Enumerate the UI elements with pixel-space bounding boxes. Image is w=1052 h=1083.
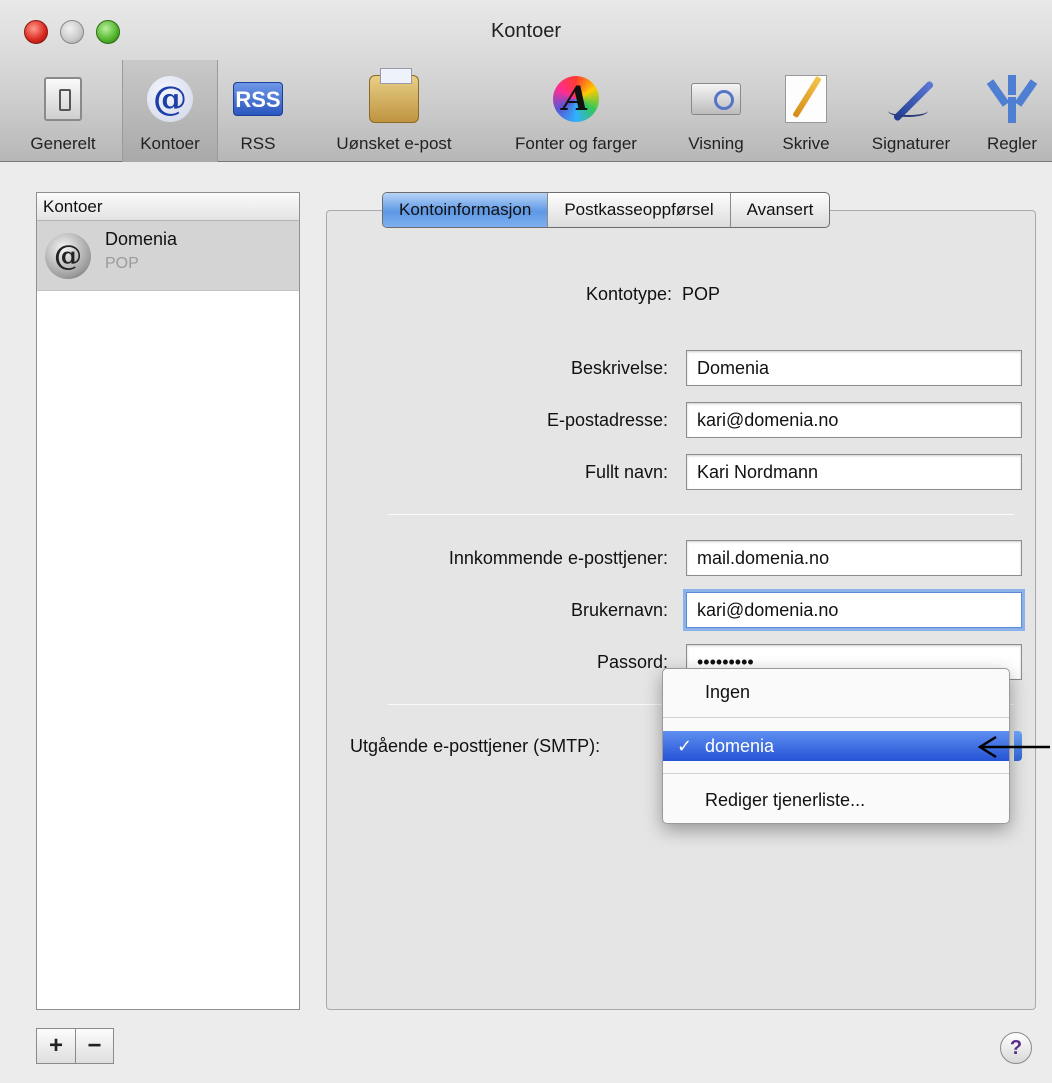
toolbar-fonts-colors[interactable]: A Fonter og farger: [488, 68, 664, 160]
checkmark-icon: ✓: [677, 736, 693, 756]
incoming-server-label: Innkommende e-posttjener:: [448, 548, 668, 568]
toolbar-composing[interactable]: Skrive: [766, 68, 846, 160]
at-sign-icon: @: [145, 76, 195, 122]
toolbar-rss-label: RSS: [240, 134, 276, 153]
account-name: Domenia: [105, 229, 178, 249]
incoming-server-field[interactable]: mail.domenia.no: [686, 540, 1022, 576]
account-type-value: POP: [682, 284, 721, 304]
menu-item-domenia[interactable]: ✓ domenia: [663, 731, 1009, 761]
full-name-label: Fullt navn:: [584, 462, 668, 482]
menu-separator: [663, 717, 1009, 718]
account-row-domenia[interactable]: @ Domenia POP: [37, 221, 299, 291]
description-field[interactable]: Domenia: [686, 350, 1022, 386]
toolbar-accounts-label: Kontoer: [140, 134, 200, 153]
email-address-label: E-postadresse:: [546, 410, 668, 430]
password-label: Passord:: [596, 652, 668, 672]
window-titlebar: Kontoer Generelt @ Kontoer RSS RSS Uønsk…: [0, 0, 1052, 162]
username-label: Brukernavn:: [570, 600, 668, 620]
toolbar-composing-label: Skrive: [782, 134, 830, 153]
toolbar-rules[interactable]: Regler: [974, 68, 1050, 160]
add-account-button[interactable]: +: [37, 1029, 75, 1063]
username-field[interactable]: kari@domenia.no: [686, 592, 1022, 628]
accounts-list[interactable]: Kontoer @ Domenia POP: [36, 192, 300, 1010]
toolbar-accounts[interactable]: @ Kontoer: [122, 60, 218, 162]
window-title: Kontoer: [490, 20, 562, 42]
rules-icon: [986, 75, 1038, 123]
account-list-buttons: + −: [36, 1028, 114, 1064]
form-divider-1: [388, 514, 1014, 515]
junk-mail-icon: [369, 68, 419, 123]
viewing-icon: [691, 76, 741, 122]
tab-mailbox-behaviors[interactable]: Postkasseoppførsel: [547, 193, 729, 227]
account-at-icon: @: [45, 233, 91, 279]
smtp-server-menu[interactable]: Ingen ✓ domenia Rediger tjenerliste...: [662, 668, 1010, 824]
smtp-server-label: Utgående e-posttjener (SMTP):: [350, 736, 601, 756]
account-type: POP: [105, 255, 139, 272]
signature-pen-icon: [886, 76, 936, 122]
account-tabs: Kontoinformasjon Postkasseoppførsel Avan…: [382, 192, 831, 228]
toolbar-fonts-colors-label: Fonter og farger: [515, 134, 637, 153]
menu-separator: [663, 773, 1009, 774]
toolbar-general[interactable]: Generelt: [10, 68, 116, 160]
rss-icon: RSS: [233, 76, 283, 122]
accounts-list-header: Kontoer: [37, 193, 299, 221]
toolbar-rss[interactable]: RSS RSS: [222, 68, 294, 160]
menu-item-none[interactable]: Ingen: [663, 677, 1009, 707]
annotation-arrow-icon: [977, 735, 1050, 759]
tab-advanced[interactable]: Avansert: [729, 193, 830, 227]
full-name-field[interactable]: Kari Nordmann: [686, 454, 1022, 490]
toolbar-signatures[interactable]: Signaturer: [850, 68, 972, 160]
menu-item-domenia-label: domenia: [705, 736, 775, 756]
description-label: Beskrivelse:: [570, 358, 668, 378]
preferences-content: Kontoer @ Domenia POP + − ? Kontoinforma…: [0, 162, 1052, 1083]
toolbar-junk-mail-label: Uønsket e-post: [336, 134, 452, 153]
remove-account-button[interactable]: −: [75, 1029, 113, 1063]
help-button[interactable]: ?: [1000, 1032, 1032, 1064]
general-switch-icon: [38, 76, 88, 122]
toolbar-viewing-label: Visning: [688, 134, 744, 153]
toolbar-junk-mail[interactable]: Uønsket e-post: [306, 68, 482, 160]
tab-account-information[interactable]: Kontoinformasjon: [383, 193, 548, 227]
menu-item-edit-server-list[interactable]: Rediger tjenerliste...: [663, 785, 1009, 815]
toolbar-rules-label: Regler: [986, 134, 1038, 153]
toolbar-general-label: Generelt: [30, 134, 96, 153]
email-address-field[interactable]: kari@domenia.no: [686, 402, 1022, 438]
toolbar-signatures-label: Signaturer: [871, 134, 951, 153]
composing-icon: [781, 75, 831, 123]
toolbar-viewing[interactable]: Visning: [670, 68, 762, 160]
account-type-label: Kontotype:: [585, 284, 672, 304]
fonts-colors-icon: A: [551, 76, 601, 122]
